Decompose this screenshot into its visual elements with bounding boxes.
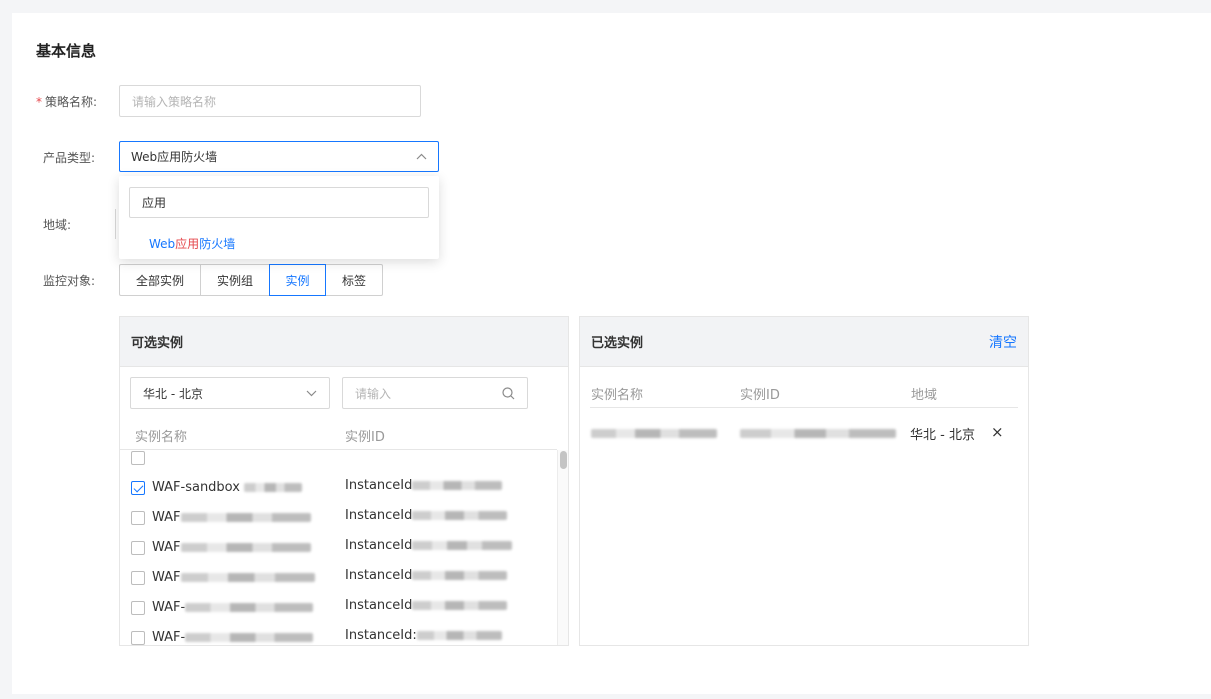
clear-button[interactable]: 清空 (989, 332, 1017, 352)
selected-table-divider (590, 407, 1018, 408)
instance-name-cell: WAF- (152, 600, 314, 615)
search-icon (502, 386, 515, 399)
policy-name-placeholder: 请输入策略名称 (132, 94, 217, 109)
table-row[interactable]: WAF InstanceId (120, 533, 557, 563)
redacted-text (412, 601, 508, 610)
table-row[interactable]: WAF- InstanceId (120, 593, 557, 623)
row-checkbox[interactable] (131, 631, 145, 645)
selected-column-region: 地域 (911, 388, 938, 403)
table-row[interactable]: WAF InstanceId (120, 563, 557, 593)
redacted-text (416, 631, 502, 640)
instance-id-cell: InstanceId (345, 598, 508, 613)
available-instances-panel: 可选实例 华北 - 北京 请输入 实例名称 实例ID WAF-sandbox I… (119, 316, 569, 646)
column-instance-id: 实例ID (345, 430, 385, 445)
instance-id-cell: InstanceId (345, 538, 513, 553)
chevron-up-icon (416, 153, 427, 160)
selected-instance-region: 华北 - 北京 (910, 428, 975, 443)
monitor-target-label: 监控对象: (43, 274, 96, 288)
redacted-text (180, 543, 311, 552)
tab-tag[interactable]: 标签 (325, 264, 383, 296)
instance-search-input[interactable]: 请输入 (342, 377, 528, 409)
available-panel-title: 可选实例 (131, 336, 184, 351)
instance-id-cell: InstanceId (345, 568, 508, 583)
basic-info-card: 基本信息 * 策略名称: 请输入策略名称 产品类型: Web应用防火墙 地域: 监… (12, 13, 1211, 694)
instance-id-cell: InstanceId (345, 508, 508, 523)
row-checkbox[interactable] (131, 481, 145, 495)
instance-name-cell: WAF (152, 570, 315, 585)
row-checkbox[interactable] (131, 601, 145, 615)
table-row[interactable]: WAF InstanceId (120, 503, 557, 533)
section-title: 基本信息 (36, 42, 97, 60)
redacted-text (180, 513, 311, 522)
redacted-text (740, 429, 896, 438)
tab-instance-group[interactable]: 实例组 (200, 264, 270, 296)
selected-row: 华北 - 北京 × (580, 418, 1028, 448)
selected-panel-header: 已选实例 清空 (580, 317, 1028, 367)
product-type-dropdown: 应用 Web应用防火墙 (119, 176, 439, 259)
region-select-edge[interactable] (115, 209, 118, 239)
region-filter-value: 华北 - 北京 (143, 386, 203, 401)
selected-column-name: 实例名称 (591, 388, 644, 403)
tab-instance[interactable]: 实例 (269, 264, 326, 296)
redacted-text (412, 511, 508, 520)
instance-name-cell: WAF (152, 510, 311, 525)
region-filter-select[interactable]: 华北 - 北京 (130, 377, 330, 409)
available-panel-header: 可选实例 (120, 317, 568, 367)
table-row[interactable] (120, 450, 557, 473)
redacted-text (412, 541, 513, 550)
list-scrollbar-thumb[interactable] (560, 451, 567, 469)
monitor-target-tabs: 全部实例 实例组 实例 标签 (119, 264, 383, 296)
selected-instance-id (740, 426, 896, 441)
table-row[interactable]: WAF- InstanceId: (120, 623, 557, 645)
policy-name-label: * 策略名称: (36, 95, 98, 109)
selected-instances-panel: 已选实例 清空 实例名称 实例ID 地域 华北 - 北京 × (579, 316, 1029, 646)
table-row[interactable]: WAF-sandbox InstanceId (120, 473, 557, 503)
row-checkbox[interactable] (131, 451, 145, 465)
option-match-highlight: 应用 (175, 237, 200, 251)
product-type-label: 产品类型: (43, 151, 96, 165)
row-checkbox[interactable] (131, 541, 145, 555)
redacted-text (244, 483, 303, 492)
redacted-text (185, 603, 314, 612)
selected-instance-name (591, 426, 717, 441)
instance-search-placeholder: 请输入 (355, 386, 392, 401)
product-type-select[interactable]: Web应用防火墙 (119, 141, 439, 172)
redacted-text (412, 481, 503, 490)
selected-panel-title: 已选实例 (591, 336, 644, 351)
redacted-text (185, 633, 314, 642)
selected-column-id: 实例ID (740, 388, 780, 403)
instance-id-cell: InstanceId (345, 478, 503, 493)
instance-name-cell: WAF- (152, 630, 314, 645)
row-checkbox[interactable] (131, 571, 145, 585)
remove-icon[interactable]: × (991, 423, 1004, 441)
dropdown-option-waf[interactable]: Web应用防火墙 (149, 235, 235, 252)
policy-name-input[interactable]: 请输入策略名称 (119, 85, 421, 117)
dropdown-search-value: 应用 (142, 196, 167, 210)
chevron-down-icon (306, 390, 317, 396)
product-type-value: Web应用防火墙 (131, 150, 218, 164)
dropdown-search-input[interactable]: 应用 (129, 187, 429, 218)
instance-name-cell: WAF-sandbox (152, 480, 303, 495)
redacted-text (591, 429, 717, 438)
instance-id-cell: InstanceId: (345, 628, 502, 643)
list-scrollbar-track[interactable] (557, 450, 568, 645)
row-checkbox[interactable] (131, 511, 145, 525)
redacted-text (412, 571, 508, 580)
column-instance-name: 实例名称 (135, 430, 188, 445)
region-label: 地域: (43, 218, 72, 232)
available-instances-list: WAF-sandbox InstanceId WAF InstanceId WA… (120, 450, 557, 645)
required-mark: * (36, 95, 42, 109)
tab-all-instances[interactable]: 全部实例 (119, 264, 201, 296)
instance-name-cell: WAF (152, 540, 311, 555)
redacted-text (180, 573, 315, 582)
